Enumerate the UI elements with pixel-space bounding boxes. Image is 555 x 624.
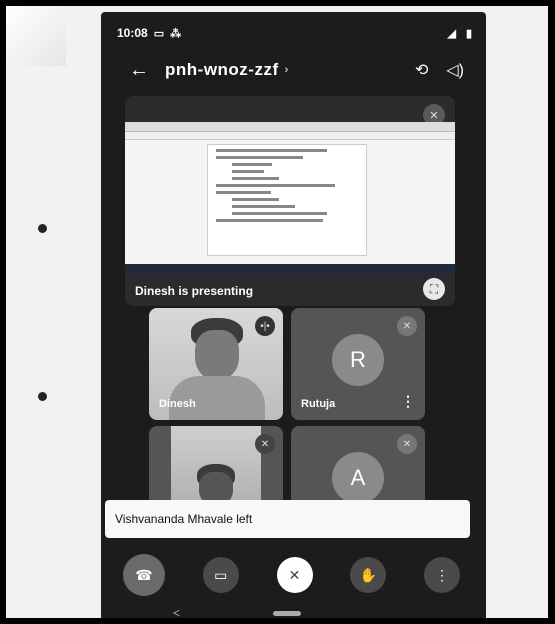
end-call-icon: ☎ (135, 566, 153, 583)
paper-corner (6, 6, 66, 66)
fullscreen-icon[interactable]: ⛶ (423, 278, 445, 300)
avatar: R (332, 334, 384, 386)
back-arrow-icon[interactable]: ← (119, 59, 159, 82)
more-options-button[interactable]: ⋮ (424, 557, 460, 593)
battery-icon: ▮ (465, 27, 472, 40)
participant-tile-rutuja[interactable]: ✕ R Rutuja ⋮ (291, 308, 425, 420)
call-controls: ☎ ▭ ✕ ✋ ⋮ (101, 552, 486, 598)
alarm-icon: ⁂ (170, 27, 182, 40)
avatar: A (332, 452, 384, 504)
participant-tile-dinesh[interactable]: •|• Dinesh (149, 308, 283, 420)
microphone-off-icon: ✕ (397, 434, 417, 454)
presenting-label: Dinesh is presenting (135, 284, 254, 298)
shared-taskbar (125, 264, 455, 274)
audio-level-icon: •|• (255, 316, 275, 336)
shared-document (207, 144, 367, 256)
photo-frame: 10:08 ▭ ⁂ ◢ ▮ ← pnh-wnoz-zzf › ⟲ ◁) ✕ Di… (6, 6, 548, 618)
microphone-off-icon: ✕ (255, 434, 275, 454)
signal-icon: ◢ (447, 27, 456, 40)
punch-hole (38, 224, 47, 233)
nav-home-pill[interactable] (273, 611, 301, 616)
video-camera-icon: ▭ (214, 566, 228, 583)
phone-screen: 10:08 ▭ ⁂ ◢ ▮ ← pnh-wnoz-zzf › ⟲ ◁) ✕ Di… (101, 12, 486, 618)
shared-browser-bar (125, 122, 455, 132)
toast-message: Vishvananda Mhavale left (115, 512, 253, 526)
raise-hand-button[interactable]: ✋ (350, 557, 387, 593)
participant-name: Rutuja (301, 398, 336, 410)
participant-tile-3[interactable]: ✕ (149, 426, 283, 506)
switch-camera-icon[interactable]: ⟲ (415, 60, 428, 80)
nav-back-icon[interactable]: < (173, 606, 180, 618)
shared-toolbar (125, 132, 455, 140)
participant-left-toast: Vishvananda Mhavale left (105, 500, 470, 538)
punch-hole (38, 392, 47, 401)
shared-screen (125, 122, 455, 274)
camera-button[interactable]: ▭ (202, 557, 239, 593)
microphone-off-icon: ✕ (397, 316, 417, 336)
presentation-tile[interactable]: ✕ Dinesh is presenting ⛶ (125, 96, 455, 306)
status-time: 10:08 (117, 26, 148, 40)
speaker-icon[interactable]: ◁) (446, 60, 464, 80)
microphone-off-icon: ✕ (288, 566, 301, 583)
meeting-header: ← pnh-wnoz-zzf › ⟲ ◁) (101, 52, 486, 88)
participant-tile-a[interactable]: ✕ A (291, 426, 425, 506)
more-options-icon: ⋮ (435, 566, 449, 583)
screen-record-icon: ▭ (153, 27, 165, 40)
chevron-right-icon[interactable]: › (285, 64, 289, 76)
status-bar: 10:08 ▭ ⁂ ◢ ▮ (117, 24, 472, 42)
microphone-button[interactable]: ✕ (276, 557, 313, 593)
meeting-code[interactable]: pnh-wnoz-zzf (165, 60, 279, 80)
more-vert-icon[interactable]: ⋮ (401, 393, 415, 410)
system-nav-bar: < (101, 606, 486, 618)
participant-name: Dinesh (159, 398, 196, 410)
raise-hand-icon: ✋ (359, 566, 377, 583)
end-call-button[interactable]: ☎ (123, 554, 165, 596)
